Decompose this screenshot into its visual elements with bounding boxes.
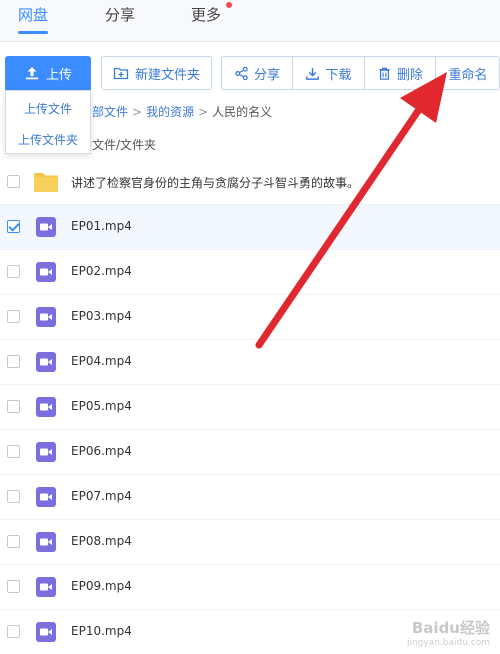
list-item[interactable]: EP07.mp4 bbox=[0, 475, 500, 520]
file-name[interactable]: EP05.mp4 bbox=[71, 399, 132, 413]
file-name[interactable]: EP03.mp4 bbox=[71, 309, 132, 323]
video-file-icon bbox=[36, 352, 56, 372]
delete-label: 删除 bbox=[396, 67, 423, 83]
breadcrumb-current: 人民的名义 bbox=[212, 105, 273, 119]
notification-dot bbox=[226, 2, 232, 8]
share-label: 分享 bbox=[253, 67, 280, 83]
file-name[interactable]: EP06.mp4 bbox=[71, 444, 132, 458]
menu-item-upload-file[interactable]: 上传文件 bbox=[6, 100, 90, 117]
tab-more[interactable]: 更多 bbox=[191, 4, 221, 34]
new-folder-label: 新建文件夹 bbox=[134, 67, 200, 83]
file-name[interactable]: EP04.mp4 bbox=[71, 354, 132, 368]
file-name[interactable]: EP10.mp4 bbox=[71, 624, 132, 638]
list-item[interactable]: EP04.mp4 bbox=[0, 340, 500, 385]
row-checkbox[interactable] bbox=[7, 400, 20, 413]
video-file-icon bbox=[36, 262, 56, 282]
file-name[interactable]: EP01.mp4 bbox=[71, 219, 132, 233]
row-checkbox[interactable] bbox=[7, 580, 20, 593]
video-file-icon bbox=[36, 532, 56, 552]
chevron-right-icon: > bbox=[132, 105, 143, 119]
tab-share[interactable]: 分享 bbox=[105, 4, 135, 34]
chevron-right-icon: > bbox=[198, 105, 209, 119]
video-file-icon bbox=[36, 442, 56, 462]
file-name[interactable]: EP07.mp4 bbox=[71, 489, 132, 503]
video-file-icon bbox=[36, 622, 56, 642]
upload-button-label: 上传 bbox=[45, 67, 72, 83]
breadcrumb-item-resources[interactable]: 我的资源 bbox=[146, 105, 194, 119]
video-file-icon bbox=[36, 307, 56, 327]
row-checkbox[interactable] bbox=[7, 625, 20, 638]
trash-icon bbox=[379, 67, 390, 80]
list-item[interactable]: EP03.mp4 bbox=[0, 295, 500, 340]
list-item[interactable]: EP02.mp4 bbox=[0, 250, 500, 295]
list-item[interactable]: EP08.mp4 bbox=[0, 520, 500, 565]
file-name[interactable]: EP02.mp4 bbox=[71, 264, 132, 278]
list-column-header: 文件/文件夹 bbox=[92, 138, 157, 152]
watermark-logo: Baidu经验 jingyan.baidu.com bbox=[407, 617, 490, 648]
video-file-icon bbox=[36, 577, 56, 597]
row-checkbox[interactable] bbox=[7, 445, 20, 458]
menu-item-upload-folder[interactable]: 上传文件夹 bbox=[6, 131, 90, 148]
breadcrumb-item-all[interactable]: 部文件 bbox=[92, 105, 128, 119]
rename-button[interactable]: 重命名 bbox=[436, 57, 500, 89]
list-item[interactable]: EP01.mp4 bbox=[0, 205, 500, 250]
row-checkbox[interactable] bbox=[7, 220, 20, 233]
download-label: 下载 bbox=[325, 67, 352, 83]
breadcrumb: 部文件 > 我的资源 > 人民的名义 bbox=[92, 103, 272, 120]
video-file-icon bbox=[36, 487, 56, 507]
list-item[interactable]: EP05.mp4 bbox=[0, 385, 500, 430]
share-icon bbox=[235, 66, 248, 80]
download-icon bbox=[306, 67, 320, 80]
list-item[interactable]: EP06.mp4 bbox=[0, 430, 500, 475]
row-checkbox[interactable] bbox=[7, 490, 20, 503]
watermark-line1: Baidu经验 bbox=[411, 619, 490, 637]
row-checkbox[interactable] bbox=[7, 535, 20, 548]
upload-icon bbox=[25, 67, 38, 80]
file-action-group: 分享 下载 删除 重命名 bbox=[221, 56, 500, 90]
new-folder-button[interactable]: 新建文件夹 bbox=[101, 56, 212, 90]
row-checkbox[interactable] bbox=[7, 175, 20, 188]
rename-label: 重命名 bbox=[448, 67, 488, 83]
tab-netdisk[interactable]: 网盘 bbox=[18, 4, 49, 34]
new-folder-icon bbox=[113, 67, 129, 80]
upload-button[interactable]: 上传 bbox=[5, 56, 91, 90]
list-item[interactable]: 讲述了检察官身份的主角与贪腐分子斗智斗勇的故事。 bbox=[0, 160, 500, 205]
share-button[interactable]: 分享 bbox=[222, 57, 293, 89]
video-file-icon bbox=[36, 397, 56, 417]
download-button[interactable]: 下载 bbox=[293, 57, 365, 89]
row-checkbox[interactable] bbox=[7, 355, 20, 368]
row-checkbox[interactable] bbox=[7, 265, 20, 278]
watermark-line2: jingyan.baidu.com bbox=[406, 638, 490, 648]
list-item[interactable]: EP09.mp4 bbox=[0, 565, 500, 610]
file-name[interactable]: EP08.mp4 bbox=[71, 534, 132, 548]
file-name[interactable]: 讲述了检察官身份的主角与贪腐分子斗智斗勇的故事。 bbox=[71, 174, 359, 191]
folder-icon bbox=[34, 173, 58, 192]
delete-button[interactable]: 删除 bbox=[365, 57, 436, 89]
row-checkbox[interactable] bbox=[7, 310, 20, 323]
upload-dropdown-menu: 上传文件 上传文件夹 bbox=[5, 90, 91, 154]
file-name[interactable]: EP09.mp4 bbox=[71, 579, 132, 593]
top-nav: 网盘 分享 更多 bbox=[0, 0, 500, 42]
video-file-icon bbox=[36, 217, 56, 237]
